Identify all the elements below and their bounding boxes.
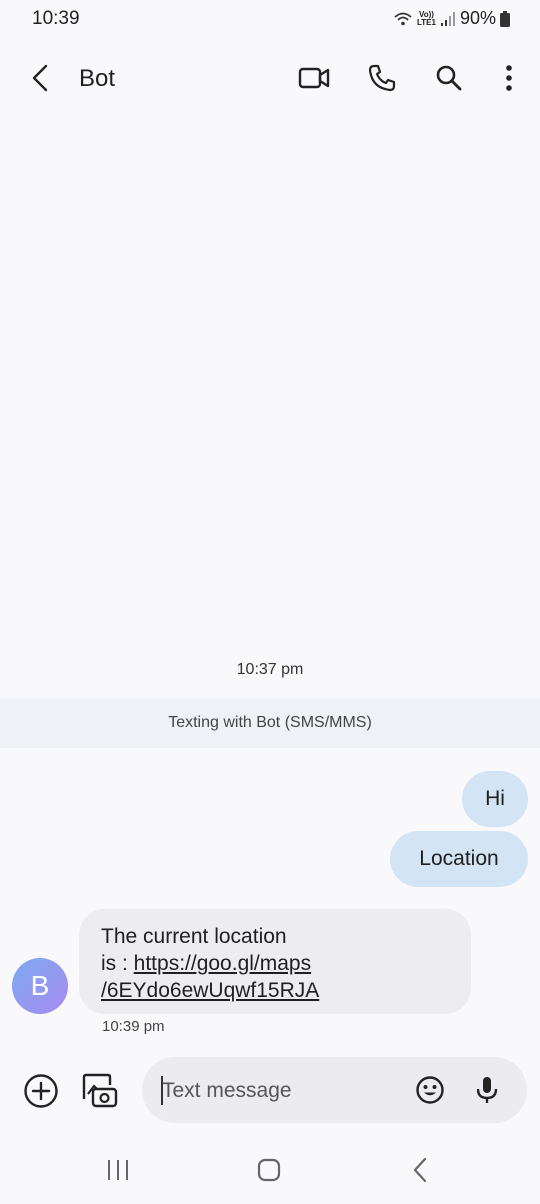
status-bar: 10:39 Vo)) LTE1 90% — [0, 0, 540, 36]
status-icons: Vo)) LTE1 90% — [393, 8, 510, 29]
wifi-icon — [393, 11, 413, 27]
voice-call-button[interactable] — [364, 60, 400, 96]
back-nav-button[interactable] — [396, 1152, 444, 1188]
message-text: Location — [419, 847, 499, 870]
status-time: 10:39 — [32, 8, 80, 29]
search-button[interactable] — [431, 60, 467, 96]
signal-icon — [440, 11, 456, 27]
voice-input-button[interactable] — [469, 1072, 505, 1108]
more-vertical-icon — [506, 65, 512, 91]
avatar-letter: B — [30, 970, 50, 1001]
home-icon — [257, 1158, 281, 1182]
emoji-icon — [416, 1076, 444, 1104]
recent-apps-button[interactable] — [94, 1152, 142, 1188]
texting-with-banner: Texting with Bot (SMS/MMS) — [0, 698, 540, 748]
plus-circle-icon — [24, 1074, 58, 1108]
app-bar: Bot — [0, 48, 540, 108]
banner-text: Texting with Bot (SMS/MMS) — [168, 714, 372, 731]
volte-icon: Vo)) LTE1 — [417, 10, 436, 27]
message-text: Hi — [485, 787, 505, 810]
add-attachment-button[interactable] — [22, 1072, 60, 1110]
message-timestamp: 10:39 pm — [102, 1018, 165, 1035]
back-arrow-icon — [32, 64, 48, 92]
composer — [0, 1057, 540, 1123]
microphone-icon — [476, 1077, 498, 1103]
gallery-camera-button[interactable] — [81, 1072, 119, 1110]
recent-apps-icon — [108, 1160, 128, 1180]
phone-icon — [368, 64, 396, 92]
back-button[interactable] — [22, 60, 58, 96]
message-text-prefix: is : — [101, 952, 134, 975]
video-camera-icon — [298, 67, 330, 89]
emoji-button[interactable] — [412, 1072, 448, 1108]
battery-percent: 90% — [459, 8, 496, 28]
search-icon — [436, 65, 462, 91]
location-link-continued[interactable]: /6EYdo6ewUqwf15RJA — [101, 979, 319, 1002]
date-divider: 10:37 pm — [236, 661, 304, 678]
outgoing-message[interactable]: Hi — [462, 771, 528, 827]
lte-label: LTE1 — [417, 17, 436, 27]
avatar[interactable]: B — [12, 958, 68, 1014]
more-options-button[interactable] — [491, 60, 527, 96]
message-input-container — [142, 1057, 527, 1123]
back-chevron-icon — [413, 1157, 427, 1183]
system-nav-bar — [0, 1140, 540, 1200]
incoming-message[interactable]: The current location is : https://goo.gl… — [79, 909, 471, 1014]
location-link[interactable]: https://goo.gl/maps — [134, 952, 311, 975]
battery-icon — [500, 10, 510, 27]
home-button[interactable] — [245, 1152, 293, 1188]
conversation-title: Bot — [79, 65, 116, 92]
message-input[interactable] — [162, 1076, 402, 1106]
outgoing-message[interactable]: Location — [390, 831, 528, 887]
message-text-line1: The current location — [101, 925, 287, 948]
gallery-camera-icon — [82, 1073, 118, 1108]
video-call-button[interactable] — [296, 60, 332, 96]
